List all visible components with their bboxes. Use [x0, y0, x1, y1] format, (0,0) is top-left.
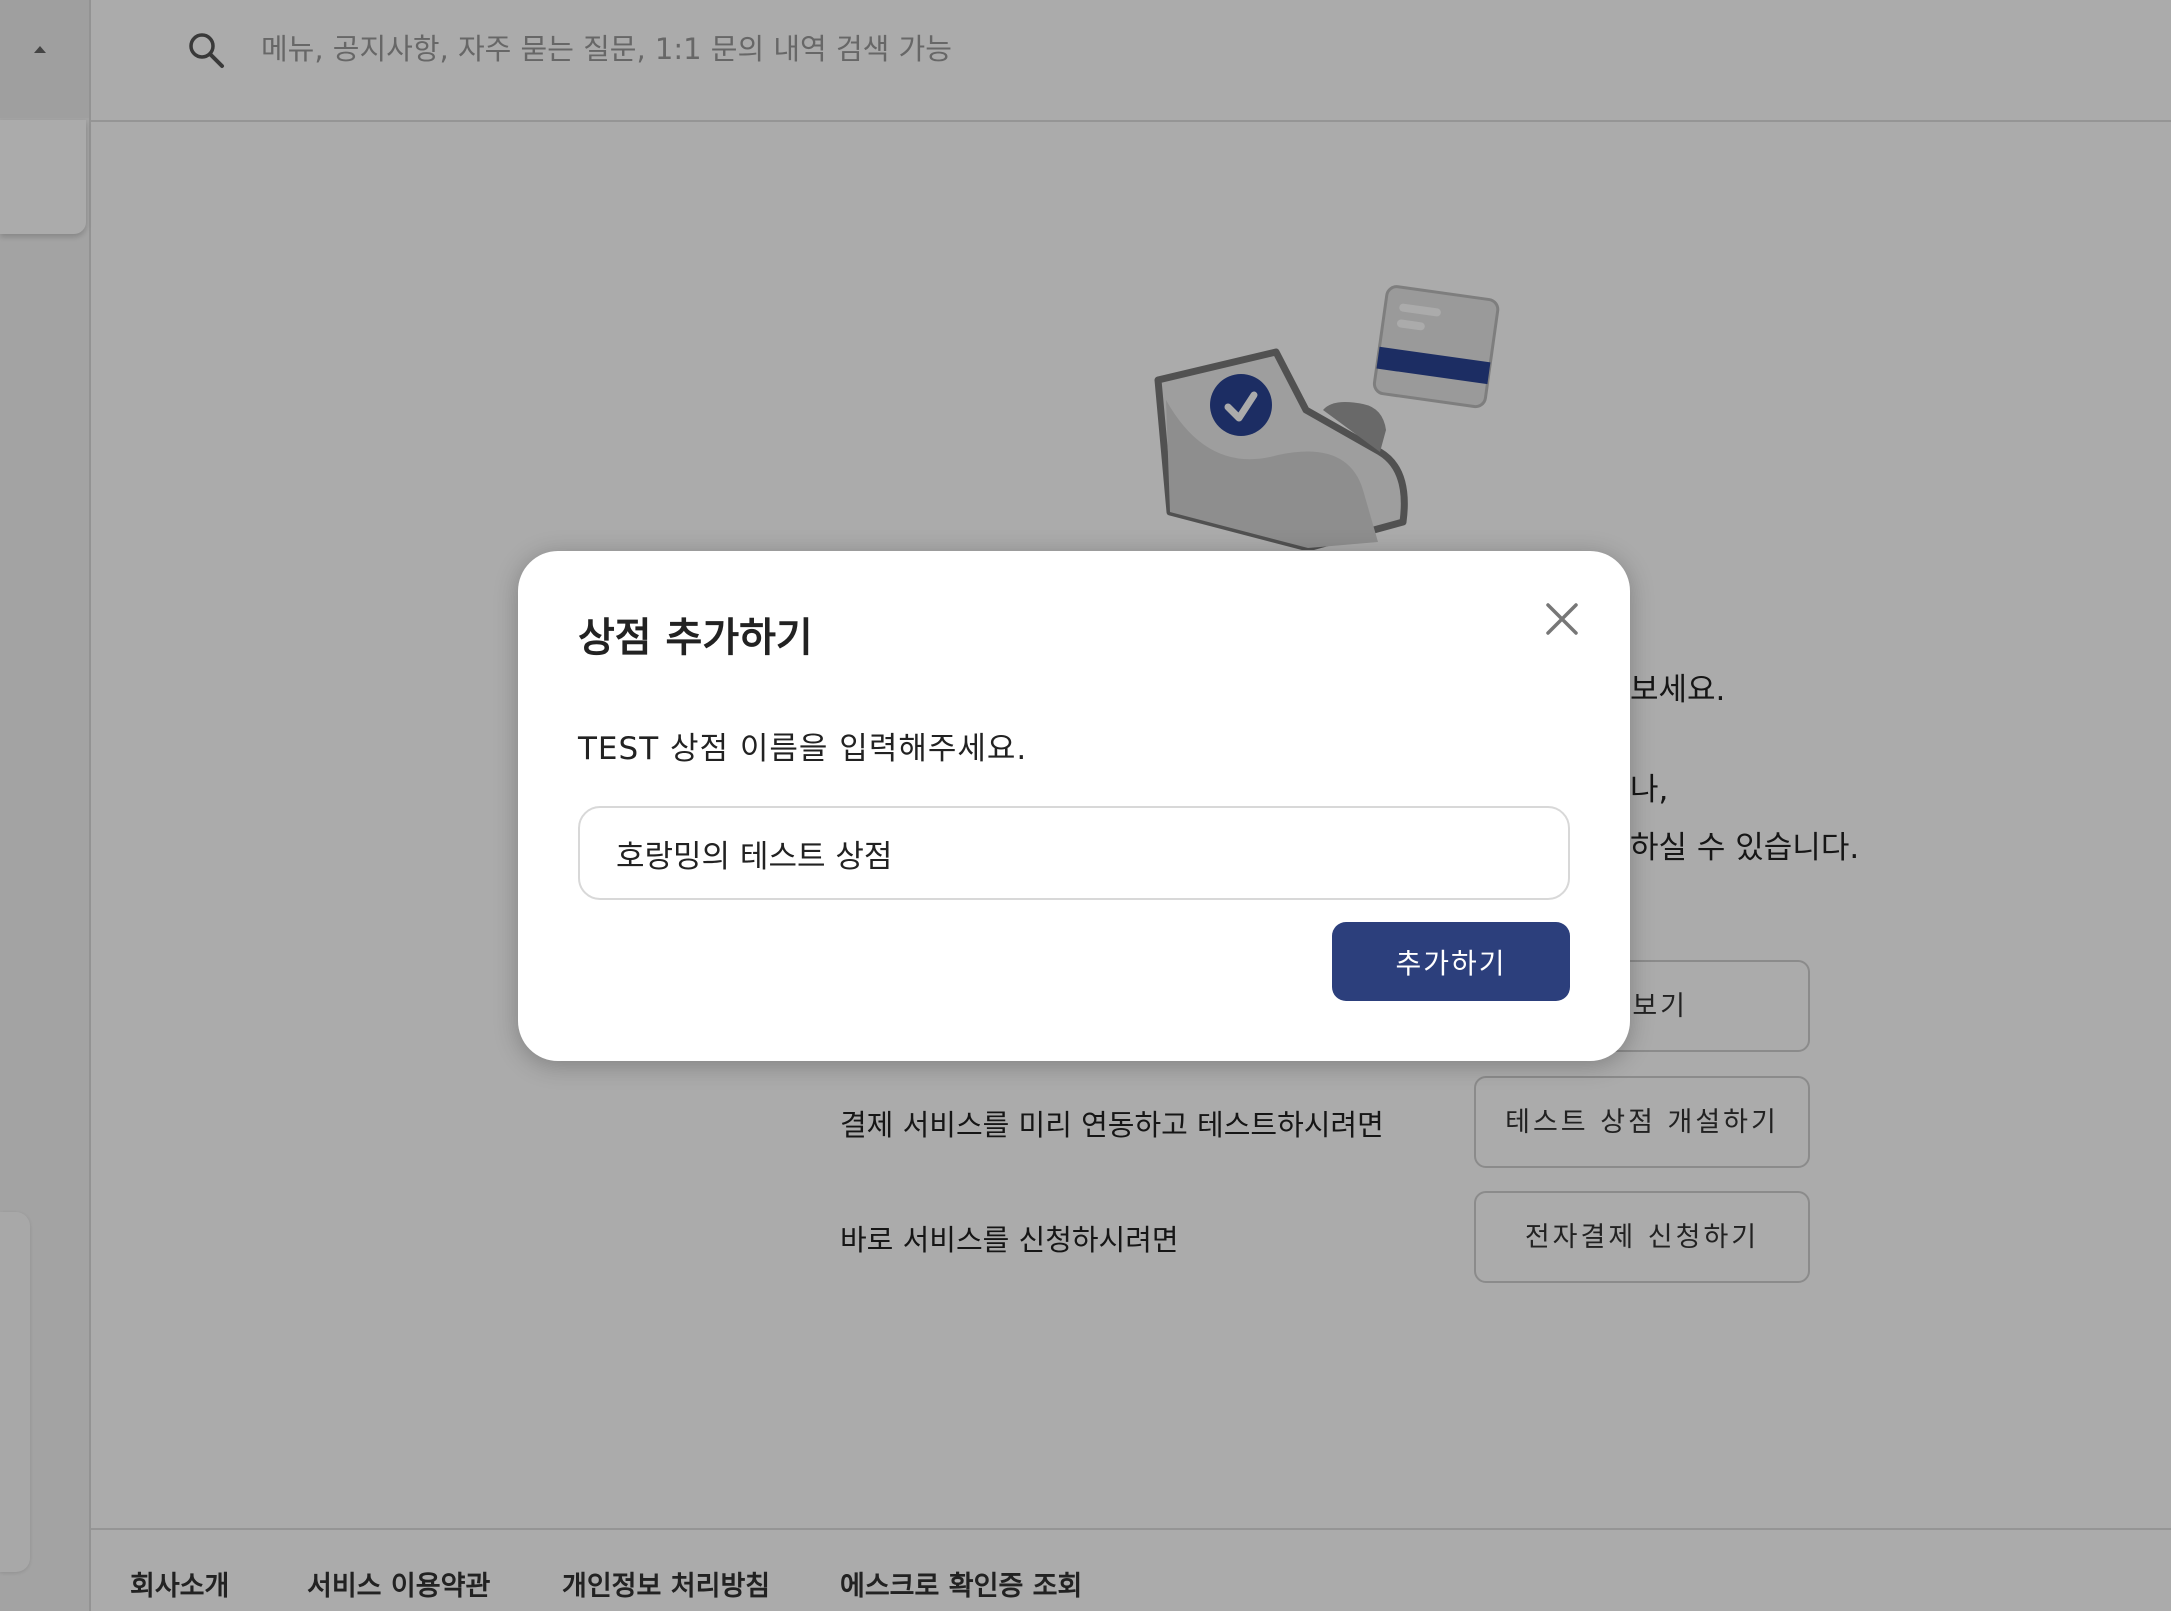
add-store-modal: 상점 추가하기 TEST 상점 이름을 입력해주세요. 추가하기: [518, 551, 1630, 1061]
close-icon[interactable]: [1542, 599, 1582, 639]
modal-title: 상점 추가하기: [578, 615, 813, 661]
store-name-input[interactable]: [578, 806, 1570, 900]
add-store-button[interactable]: 추가하기: [1332, 922, 1570, 1001]
store-name-label: TEST 상점 이름을 입력해주세요.: [578, 731, 1028, 767]
